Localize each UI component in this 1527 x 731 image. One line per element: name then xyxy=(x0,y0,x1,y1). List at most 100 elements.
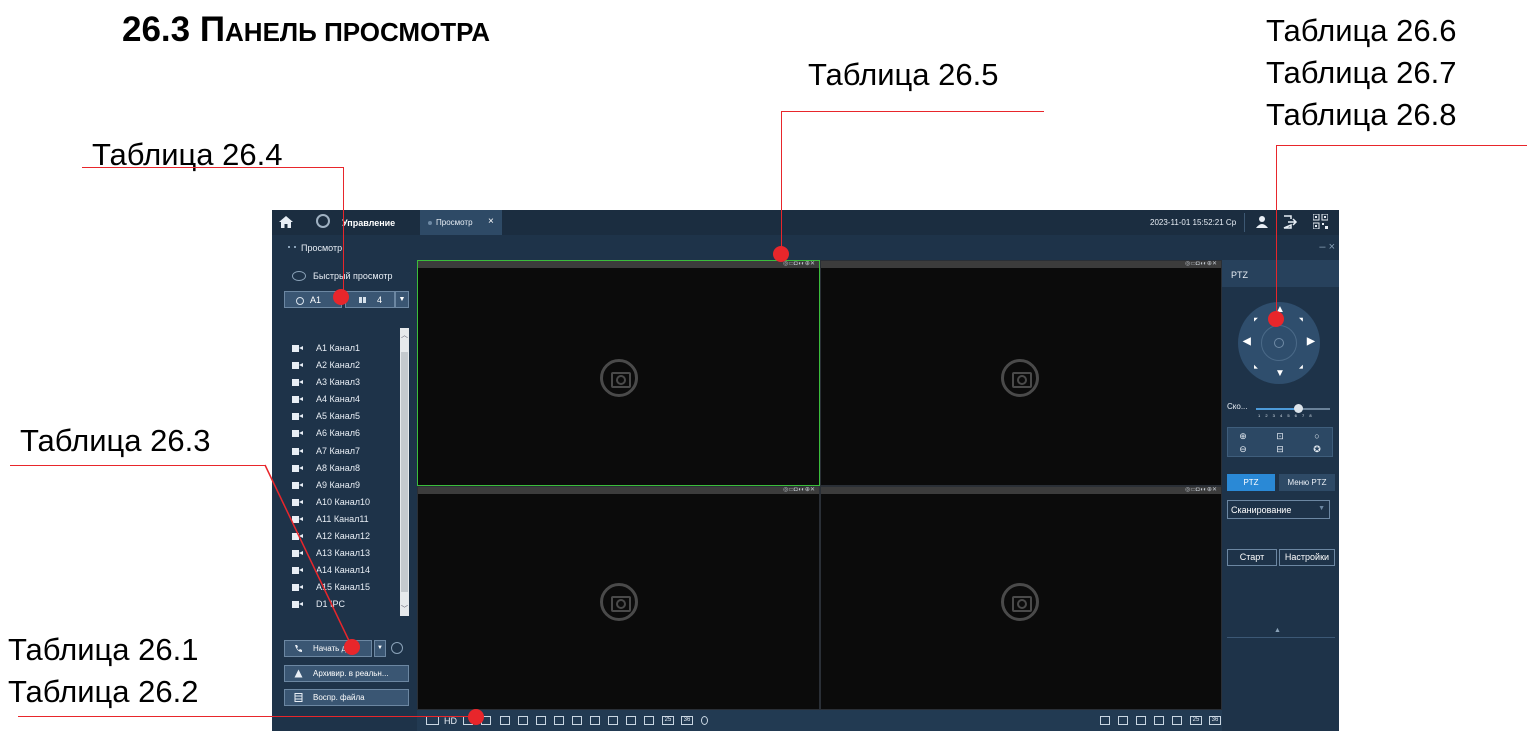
ptz-function-select[interactable]: Сканирование ▼ xyxy=(1227,500,1330,519)
scroll-up-icon[interactable]: ︿ xyxy=(400,330,409,340)
ptz-down-icon[interactable]: ▼ xyxy=(1275,368,1285,379)
right-layout-25-icon[interactable]: 25 xyxy=(1190,716,1202,725)
record-indicator[interactable] xyxy=(391,642,403,654)
channel-item[interactable]: A10 Канал10 xyxy=(272,494,402,511)
channel-item[interactable]: A7 Канал7 xyxy=(272,443,402,460)
right-layout-8-icon[interactable] xyxy=(1136,716,1146,725)
archive-realtime-button[interactable]: Архивир. в реальн... xyxy=(284,665,409,682)
layout-25-icon[interactable]: 25 xyxy=(662,716,674,725)
stretch-icon[interactable] xyxy=(426,716,439,725)
channel-label: A1 Канал1 xyxy=(316,343,360,353)
channel-item[interactable]: A1 Канал1 xyxy=(272,340,402,357)
focus-far-icon[interactable]: ⊟ xyxy=(1275,444,1285,454)
tile-controls-icon[interactable]: ◎▭◘◖◐⊕✕ xyxy=(1185,486,1217,493)
annotation-26-1: Таблица 26.1 xyxy=(8,632,199,667)
ptz-center-icon[interactable] xyxy=(1274,338,1284,348)
file-playback-button[interactable]: Воспр. файла xyxy=(284,689,409,706)
layout-4-icon[interactable] xyxy=(536,716,546,725)
ptz-right-icon[interactable]: ▶ xyxy=(1307,336,1315,347)
callout-line-26-4-h xyxy=(82,167,344,168)
window-controls[interactable]: – × xyxy=(1319,241,1335,253)
callout-dot-26-3 xyxy=(344,639,360,655)
tab-live-view[interactable]: Просмотр × xyxy=(420,210,502,235)
channel-item[interactable]: A14 Канал14 xyxy=(272,562,402,579)
channel-item[interactable]: A2 Канал2 xyxy=(272,357,402,374)
quick-view-label[interactable]: Быстрый просмотр xyxy=(313,271,393,281)
ptz-up-right-icon[interactable]: ◥ xyxy=(1299,317,1303,323)
tab-close-icon[interactable]: × xyxy=(488,216,494,227)
video-tile-3[interactable]: ◎▭◘◖◐⊕✕ xyxy=(417,486,820,710)
user-icon[interactable] xyxy=(1255,215,1269,229)
gear-icon[interactable] xyxy=(316,214,330,228)
qr-code-icon[interactable] xyxy=(1313,214,1328,229)
hd-button[interactable]: HD xyxy=(444,716,457,726)
management-menu[interactable]: Управление xyxy=(342,218,395,228)
channel-item[interactable]: A12 Канал12 xyxy=(272,528,402,545)
video-tile-4[interactable]: ◎▭◘◖◐⊕✕ xyxy=(820,486,1222,710)
tile-controls-icon[interactable]: ◎▭◘◖◐⊕✕ xyxy=(783,486,815,493)
channel-item[interactable]: D1 IPC xyxy=(272,596,402,613)
tile-controls-icon[interactable]: ◎▭◘◖◐⊕✕ xyxy=(1185,260,1217,267)
channel-item[interactable]: A13 Канал13 xyxy=(272,545,402,562)
channel-label: A6 Канал6 xyxy=(316,428,360,439)
ptz-down-right-icon[interactable]: ◢ xyxy=(1299,364,1303,370)
right-layout-16-icon[interactable] xyxy=(1172,716,1182,725)
iris-open-icon[interactable]: ○ xyxy=(1312,431,1322,441)
layout-dropdown-arrow[interactable]: ▼ xyxy=(395,291,409,308)
layout-9-icon[interactable] xyxy=(590,716,600,725)
layout-select[interactable]: 4 xyxy=(345,291,395,308)
layout-36-icon[interactable]: 36 xyxy=(681,716,693,725)
camera-icon xyxy=(292,396,303,404)
ptz-down-left-icon[interactable]: ◣ xyxy=(1254,364,1258,370)
ptz-left-icon[interactable]: ◀ xyxy=(1243,336,1251,347)
right-layout-4-icon[interactable] xyxy=(1118,716,1128,725)
home-icon[interactable] xyxy=(278,215,294,229)
video-tile-2[interactable]: ◎▭◘◖◐⊕✕ xyxy=(820,260,1222,486)
layout-16-icon[interactable] xyxy=(626,716,636,725)
camera-icon xyxy=(292,550,303,558)
layout-13-icon[interactable] xyxy=(608,716,618,725)
scroll-down-icon[interactable]: ﹀ xyxy=(400,604,409,614)
channel-item[interactable]: A9 Канал9 xyxy=(272,477,402,494)
video-tile-1[interactable]: ◎▭◘◖◐⊕✕ xyxy=(417,260,820,486)
right-layout-9-icon[interactable] xyxy=(1154,716,1164,725)
tile-controls-icon[interactable]: ◎▭◘◖◐⊕✕ xyxy=(783,260,815,267)
zoom-in-icon[interactable]: ⊕ xyxy=(1238,431,1248,441)
call-dropdown-arrow[interactable]: ▼ xyxy=(374,640,386,657)
callout-line-26-6-v xyxy=(1276,145,1277,319)
camera-icon xyxy=(292,413,303,421)
speed-slider-knob[interactable] xyxy=(1294,404,1303,413)
speed-slider[interactable] xyxy=(1256,404,1330,413)
sequence-icon[interactable] xyxy=(701,716,708,725)
ptz-title: PTZ xyxy=(1231,270,1248,280)
zoom-out-icon[interactable]: ⊖ xyxy=(1238,444,1248,454)
collapse-icon[interactable]: ▲ xyxy=(1274,627,1281,634)
layout-8-icon[interactable] xyxy=(572,716,582,725)
layout-6-icon[interactable] xyxy=(554,716,564,725)
channel-label: A4 Канал4 xyxy=(316,394,360,405)
channel-item[interactable]: A8 Канал8 xyxy=(272,460,402,477)
ptz-up-left-icon[interactable]: ◤ xyxy=(1254,317,1258,323)
right-layout-1-icon[interactable] xyxy=(1100,716,1110,725)
iris-close-icon[interactable]: ✪ xyxy=(1312,444,1322,454)
heading-number: 26.3 xyxy=(122,10,200,49)
right-layout-36-icon[interactable]: 36 xyxy=(1209,716,1221,725)
focus-near-icon[interactable]: ⊡ xyxy=(1275,431,1285,441)
layout-1-icon[interactable] xyxy=(518,716,528,725)
channel-item[interactable]: A15 Канал15 xyxy=(272,579,402,596)
tab-ptz-menu[interactable]: Меню PTZ xyxy=(1279,474,1335,491)
settings-button[interactable]: Настройки xyxy=(1279,549,1335,566)
channel-item[interactable]: A11 Канал11 xyxy=(272,511,402,528)
channel-item[interactable]: A4 Канал4 xyxy=(272,391,402,408)
channel-item[interactable]: A6 Канал6 xyxy=(272,425,402,442)
channel-item[interactable]: A3 Канал3 xyxy=(272,374,402,391)
tab-ptz[interactable]: PTZ xyxy=(1227,474,1275,491)
channel-item[interactable]: A5 Канал5 xyxy=(272,408,402,425)
divider xyxy=(1227,637,1335,638)
layout-1x1-strip-icon[interactable] xyxy=(500,716,510,725)
layout-20-icon[interactable] xyxy=(644,716,654,725)
channel-scrollbar[interactable]: ︿ ﹀ xyxy=(400,328,409,616)
start-button[interactable]: Старт xyxy=(1227,549,1277,566)
logout-icon[interactable] xyxy=(1282,215,1298,229)
scroll-thumb[interactable] xyxy=(401,352,408,592)
